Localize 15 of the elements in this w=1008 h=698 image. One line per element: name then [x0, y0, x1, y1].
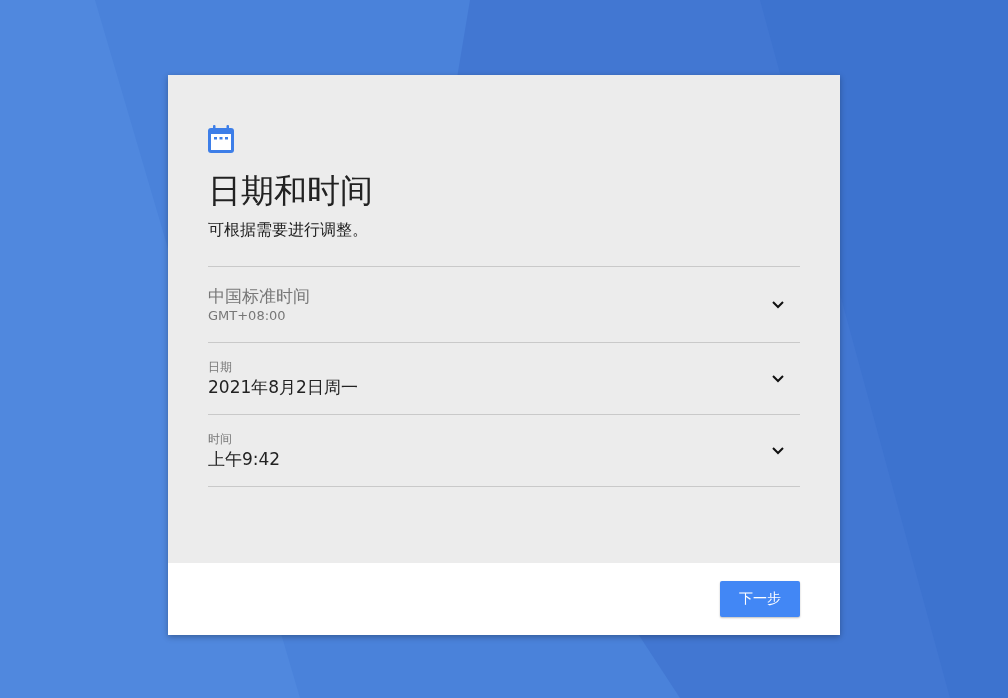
dialog-subtitle: 可根据需要进行调整。: [208, 219, 369, 241]
setting-dropdown[interactable]: 中国标准时间 GMT+08:00: [208, 267, 800, 343]
chevron-down-icon: [772, 300, 784, 309]
chevron-down-icon: [772, 446, 784, 455]
setting-value: 2021年8月2日周一: [208, 376, 358, 398]
setting-label: 时间: [208, 431, 233, 448]
setting-value: 上午9:42: [208, 448, 281, 470]
setting-dropdown[interactable]: 时间 上午9:42: [208, 415, 800, 487]
dialog-title: 日期和时间: [208, 171, 374, 211]
timezone-name: 中国标准时间: [208, 284, 310, 307]
setting-label: 日期: [208, 359, 233, 376]
chevron-down-icon: [772, 374, 784, 383]
timezone-offset: GMT+08:00: [208, 306, 287, 325]
calendar-icon: [208, 125, 234, 153]
setting-dropdown[interactable]: 日期 2021年8月2日周一: [208, 343, 800, 415]
